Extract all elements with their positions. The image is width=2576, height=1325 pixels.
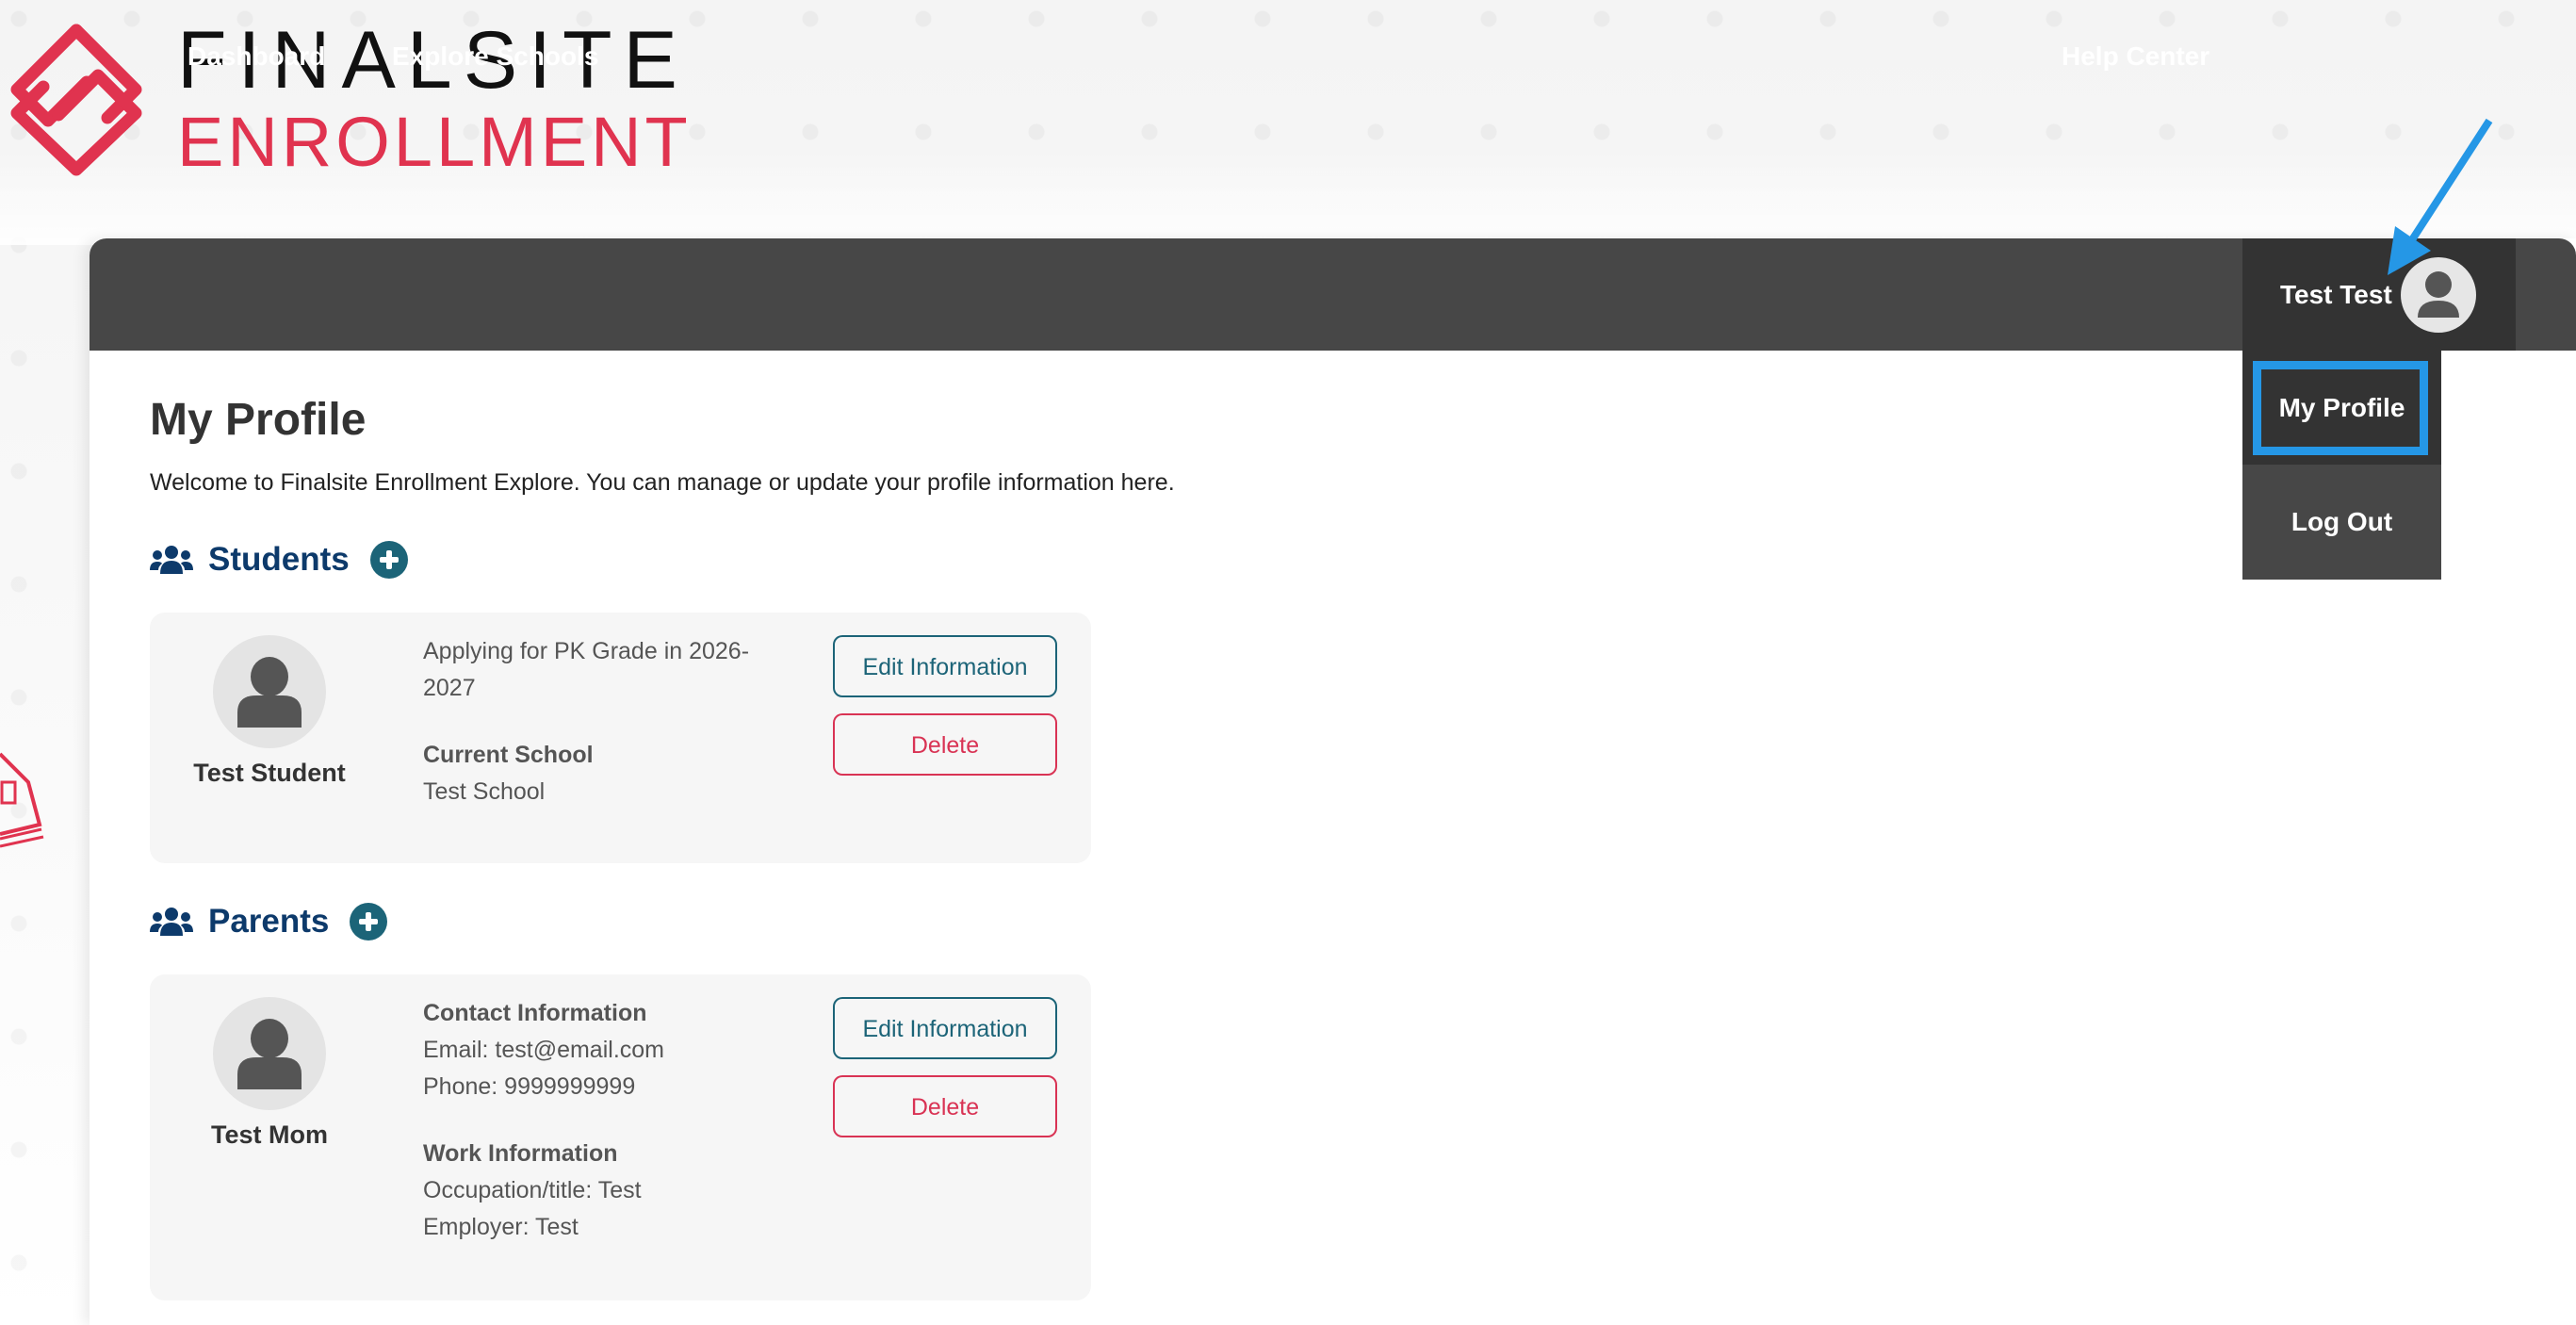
current-school-label: Current School xyxy=(423,742,594,768)
student-name: Test Student xyxy=(193,759,346,787)
user-dropdown-menu: My Profile Log Out xyxy=(2242,351,2441,580)
parents-section-header: Parents xyxy=(150,903,388,941)
parent-avatar-icon xyxy=(213,997,326,1110)
nav-dashboard-link[interactable]: Dashboard xyxy=(187,0,325,112)
users-icon xyxy=(150,908,193,936)
work-info-label: Work Information xyxy=(423,1140,618,1167)
current-school-value: Test School xyxy=(423,778,546,805)
top-navbar xyxy=(90,238,2576,351)
parents-section-title: Parents xyxy=(208,903,330,940)
add-student-button[interactable] xyxy=(369,541,408,579)
notebook-decoration-icon xyxy=(0,752,44,848)
student-applying-line1: Applying for PK Grade in 2026- xyxy=(423,638,750,664)
parent-info: Contact Information Email: test@email.co… xyxy=(423,995,809,1246)
student-info: Applying for PK Grade in 2026- 2027 Curr… xyxy=(423,633,809,810)
students-section-title: Students xyxy=(208,541,350,578)
dropdown-log-out[interactable]: Log Out xyxy=(2242,465,2441,579)
dropdown-my-profile[interactable]: My Profile xyxy=(2242,351,2441,465)
student-avatar-icon xyxy=(213,635,326,748)
nav-explore-schools-link[interactable]: Explore Schools xyxy=(392,0,598,112)
annotation-arrow-icon xyxy=(2388,118,2493,275)
logo-mark-icon xyxy=(10,24,142,176)
parent-phone: Phone: 9999999999 xyxy=(423,1073,636,1100)
student-card: Test Student Applying for PK Grade in 20… xyxy=(150,613,1091,863)
edit-student-button[interactable]: Edit Information xyxy=(833,635,1057,697)
add-parent-button[interactable] xyxy=(350,903,388,941)
parent-card: Test Mom Contact Information Email: test… xyxy=(150,974,1091,1300)
parent-name: Test Mom xyxy=(210,1121,328,1149)
users-icon xyxy=(150,546,193,574)
parent-employer: Employer: Test xyxy=(423,1214,579,1240)
students-section-header: Students xyxy=(150,541,408,579)
delete-parent-button[interactable]: Delete xyxy=(833,1075,1057,1137)
delete-student-button[interactable]: Delete xyxy=(833,713,1057,776)
nav-help-center-link[interactable]: Help Center xyxy=(2062,0,2209,112)
page-title: My Profile xyxy=(150,395,367,445)
edit-parent-button[interactable]: Edit Information xyxy=(833,997,1057,1059)
logo-text-enrollment: ENROLLMENT xyxy=(177,102,692,181)
student-applying-line2: 2027 xyxy=(423,675,476,701)
parent-occupation: Occupation/title: Test xyxy=(423,1177,642,1203)
parent-email: Email: test@email.com xyxy=(423,1037,664,1063)
contact-info-label: Contact Information xyxy=(423,1000,647,1026)
welcome-text: Welcome to Finalsite Enrollment Explore.… xyxy=(150,469,1175,496)
